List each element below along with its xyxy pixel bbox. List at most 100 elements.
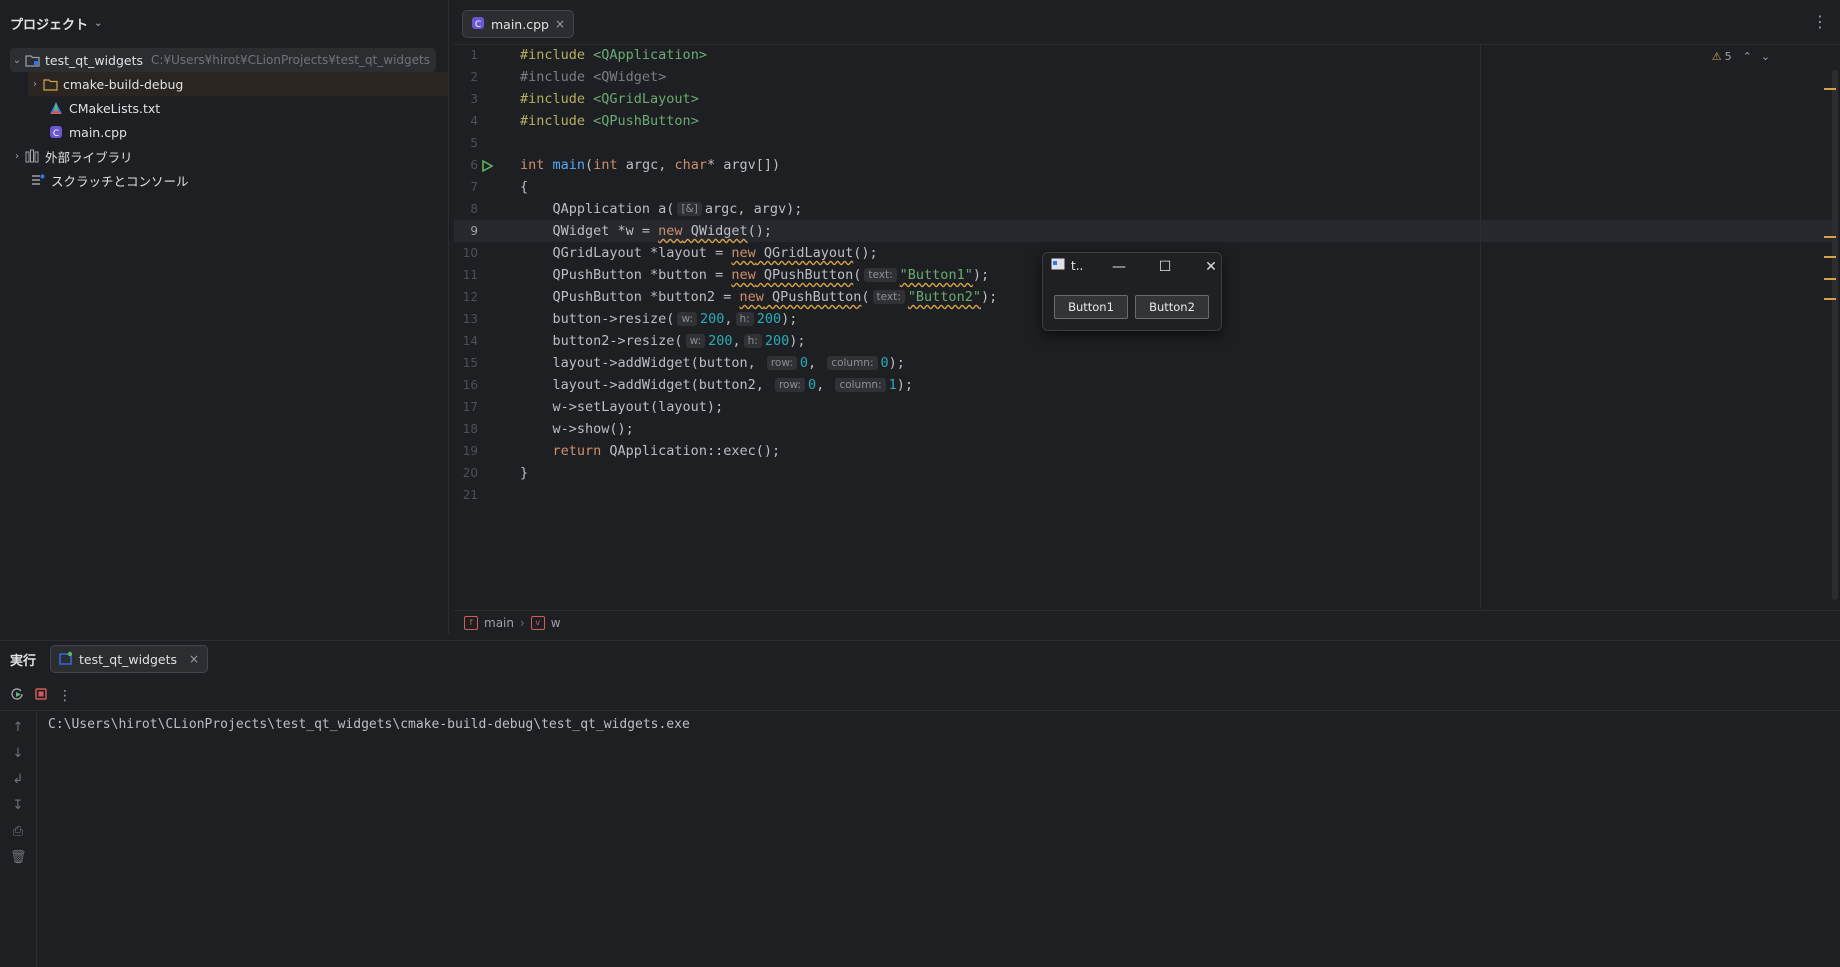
code-line: {	[520, 179, 529, 195]
code-line: layout->addWidget(button2, row: 0, column…	[520, 377, 914, 393]
svg-text:C: C	[475, 20, 481, 30]
code-line: #include <QWidget>	[520, 69, 667, 85]
run-toolbar: ⋮	[0, 681, 1840, 711]
close-icon[interactable]: ×	[189, 652, 199, 666]
variable-icon: v	[530, 615, 545, 630]
tree-item-external-libraries[interactable]: › 外部ライブラリ	[10, 144, 133, 168]
line-number: 4	[470, 114, 478, 128]
line-number: 6	[470, 158, 478, 172]
breadcrumb-separator-icon: ›	[519, 615, 525, 630]
warning-marker[interactable]	[1824, 236, 1836, 238]
line-number: 1	[470, 48, 478, 62]
chevron-down-icon[interactable]: ⌄	[10, 55, 24, 66]
chevron-down-icon: ⌄	[94, 18, 103, 29]
tab-label: main.cpp	[491, 16, 549, 32]
warning-marker[interactable]	[1824, 256, 1836, 258]
chevron-up-icon[interactable]: ⌃	[1743, 50, 1752, 63]
line-number: 9	[470, 224, 478, 238]
editor-tab-bar: C main.cpp × ⋮	[454, 0, 1840, 45]
code-line: QPushButton *button = new QPushButton(te…	[520, 267, 990, 283]
breadcrumb: f main › v w	[454, 610, 1840, 634]
tree-item-label: CMakeLists.txt	[69, 100, 161, 116]
folder-module-icon	[24, 52, 40, 68]
run-tab[interactable]: test_qt_widgets ×	[50, 645, 209, 673]
more-options-icon[interactable]: ⋮	[1812, 12, 1828, 31]
tree-item-scratches[interactable]: スクラッチとコンソール	[30, 168, 189, 192]
arrow-down-icon[interactable]: ↓	[10, 746, 26, 762]
line-number: 2	[470, 70, 478, 84]
root-name: test_qt_widgets	[45, 52, 144, 68]
tree-item-root[interactable]: ⌄ test_qt_widgets C:¥Users¥hirot¥CLionPr…	[10, 48, 436, 72]
run-side-toolbar: ↑ ↓ ↲ ↧ ⎙ 🗑	[0, 712, 37, 967]
chevron-right-icon[interactable]: ›	[10, 151, 24, 162]
tree-item-label: 外部ライブラリ	[45, 149, 133, 165]
close-icon[interactable]: ×	[555, 17, 565, 31]
scratch-icon	[30, 172, 46, 188]
code-line: QWidget *w = new QWidget();	[520, 223, 772, 239]
stop-icon[interactable]	[34, 686, 48, 705]
rerun-icon[interactable]	[10, 686, 24, 705]
qt-app-window[interactable]: t.. — ☐ ✕ Button1 Button2	[1042, 252, 1222, 331]
code-line: button->resize(w: 200, h: 200);	[520, 311, 798, 327]
tree-item-label: スクラッチとコンソール	[51, 173, 189, 189]
soft-wrap-icon[interactable]: ↲	[10, 772, 26, 788]
tab-main-cpp[interactable]: C main.cpp ×	[462, 10, 575, 38]
line-number: 18	[462, 422, 478, 436]
breadcrumb-item[interactable]: w	[551, 616, 561, 630]
line-number: 3	[470, 92, 478, 106]
vertical-scrollbar[interactable]	[1832, 70, 1838, 600]
folder-icon	[42, 76, 58, 92]
warning-marker[interactable]	[1824, 278, 1836, 280]
warning-marker[interactable]	[1824, 88, 1836, 90]
root-path: C:¥Users¥hirot¥CLionProjects¥test_qt_wid…	[151, 53, 430, 67]
line-number: 5	[470, 136, 478, 150]
breadcrumb-item[interactable]: main	[484, 616, 514, 630]
function-icon: f	[464, 615, 478, 630]
console-output: C:\Users\hirot\CLionProjects\test_qt_wid…	[48, 717, 690, 732]
scroll-to-end-icon[interactable]: ↧	[10, 798, 26, 814]
project-panel: プロジェクト ⌄ ⌄ test_qt_widgets C:¥Users¥hiro…	[0, 0, 449, 634]
button1[interactable]: Button1	[1054, 295, 1128, 319]
cmake-file-icon	[48, 100, 64, 116]
chevron-down-icon[interactable]: ⌄	[1761, 50, 1770, 63]
line-number: 14	[462, 334, 478, 348]
tree-item-label: main.cpp	[69, 124, 127, 140]
warning-marker[interactable]	[1824, 298, 1836, 300]
tree-item-main-cpp[interactable]: C main.cpp	[48, 120, 127, 144]
more-options-icon[interactable]: ⋮	[58, 688, 72, 704]
code-line: QApplication a([&] argc, argv);	[520, 201, 803, 217]
code-line: #include <QGridLayout>	[520, 91, 699, 107]
line-number: 19	[462, 444, 478, 458]
trash-icon[interactable]: 🗑	[10, 850, 27, 866]
code-line: }	[520, 465, 529, 481]
qt-window-title: t..	[1071, 258, 1084, 273]
line-number: 13	[462, 312, 478, 326]
line-number: 20	[462, 466, 478, 480]
tree-item-cmakelists[interactable]: CMakeLists.txt	[48, 96, 160, 120]
arrow-up-icon[interactable]: ↑	[10, 720, 26, 736]
chevron-right-icon[interactable]: ›	[28, 79, 42, 90]
code-line: return QApplication::exec();	[520, 443, 781, 459]
project-panel-header[interactable]: プロジェクト ⌄	[10, 14, 102, 33]
line-number-gutter: 1 2 3 4 5 6 7 8 9 10 11 12 13 14 15 16 1…	[454, 44, 524, 609]
close-icon[interactable]: ✕	[1197, 257, 1225, 277]
run-panel-title: 実行	[10, 653, 37, 669]
warning-indicator[interactable]: ⚠ 5 ⌃ ⌄	[1712, 50, 1770, 63]
print-icon[interactable]: ⎙	[10, 824, 26, 840]
run-gutter-icon[interactable]	[480, 158, 494, 177]
code-line: w->show();	[520, 421, 634, 437]
minimize-icon[interactable]: —	[1105, 257, 1133, 277]
run-tab-label: test_qt_widgets	[79, 651, 178, 667]
line-number: 21	[462, 488, 478, 502]
code-line: w->setLayout(layout);	[520, 399, 724, 415]
line-number: 15	[462, 356, 478, 370]
button2[interactable]: Button2	[1135, 295, 1209, 319]
line-number: 11	[462, 268, 478, 282]
app-window-icon	[1051, 258, 1065, 273]
code-line: #include <QPushButton>	[520, 113, 699, 129]
qt-window-titlebar[interactable]: t..	[1051, 258, 1083, 273]
tree-item-cmake-build-debug[interactable]: › cmake-build-debug	[28, 72, 448, 96]
app-run-icon	[59, 651, 73, 668]
maximize-icon[interactable]: ☐	[1151, 257, 1179, 277]
run-tab-bar: 実行 test_qt_widgets ×	[0, 641, 1840, 677]
